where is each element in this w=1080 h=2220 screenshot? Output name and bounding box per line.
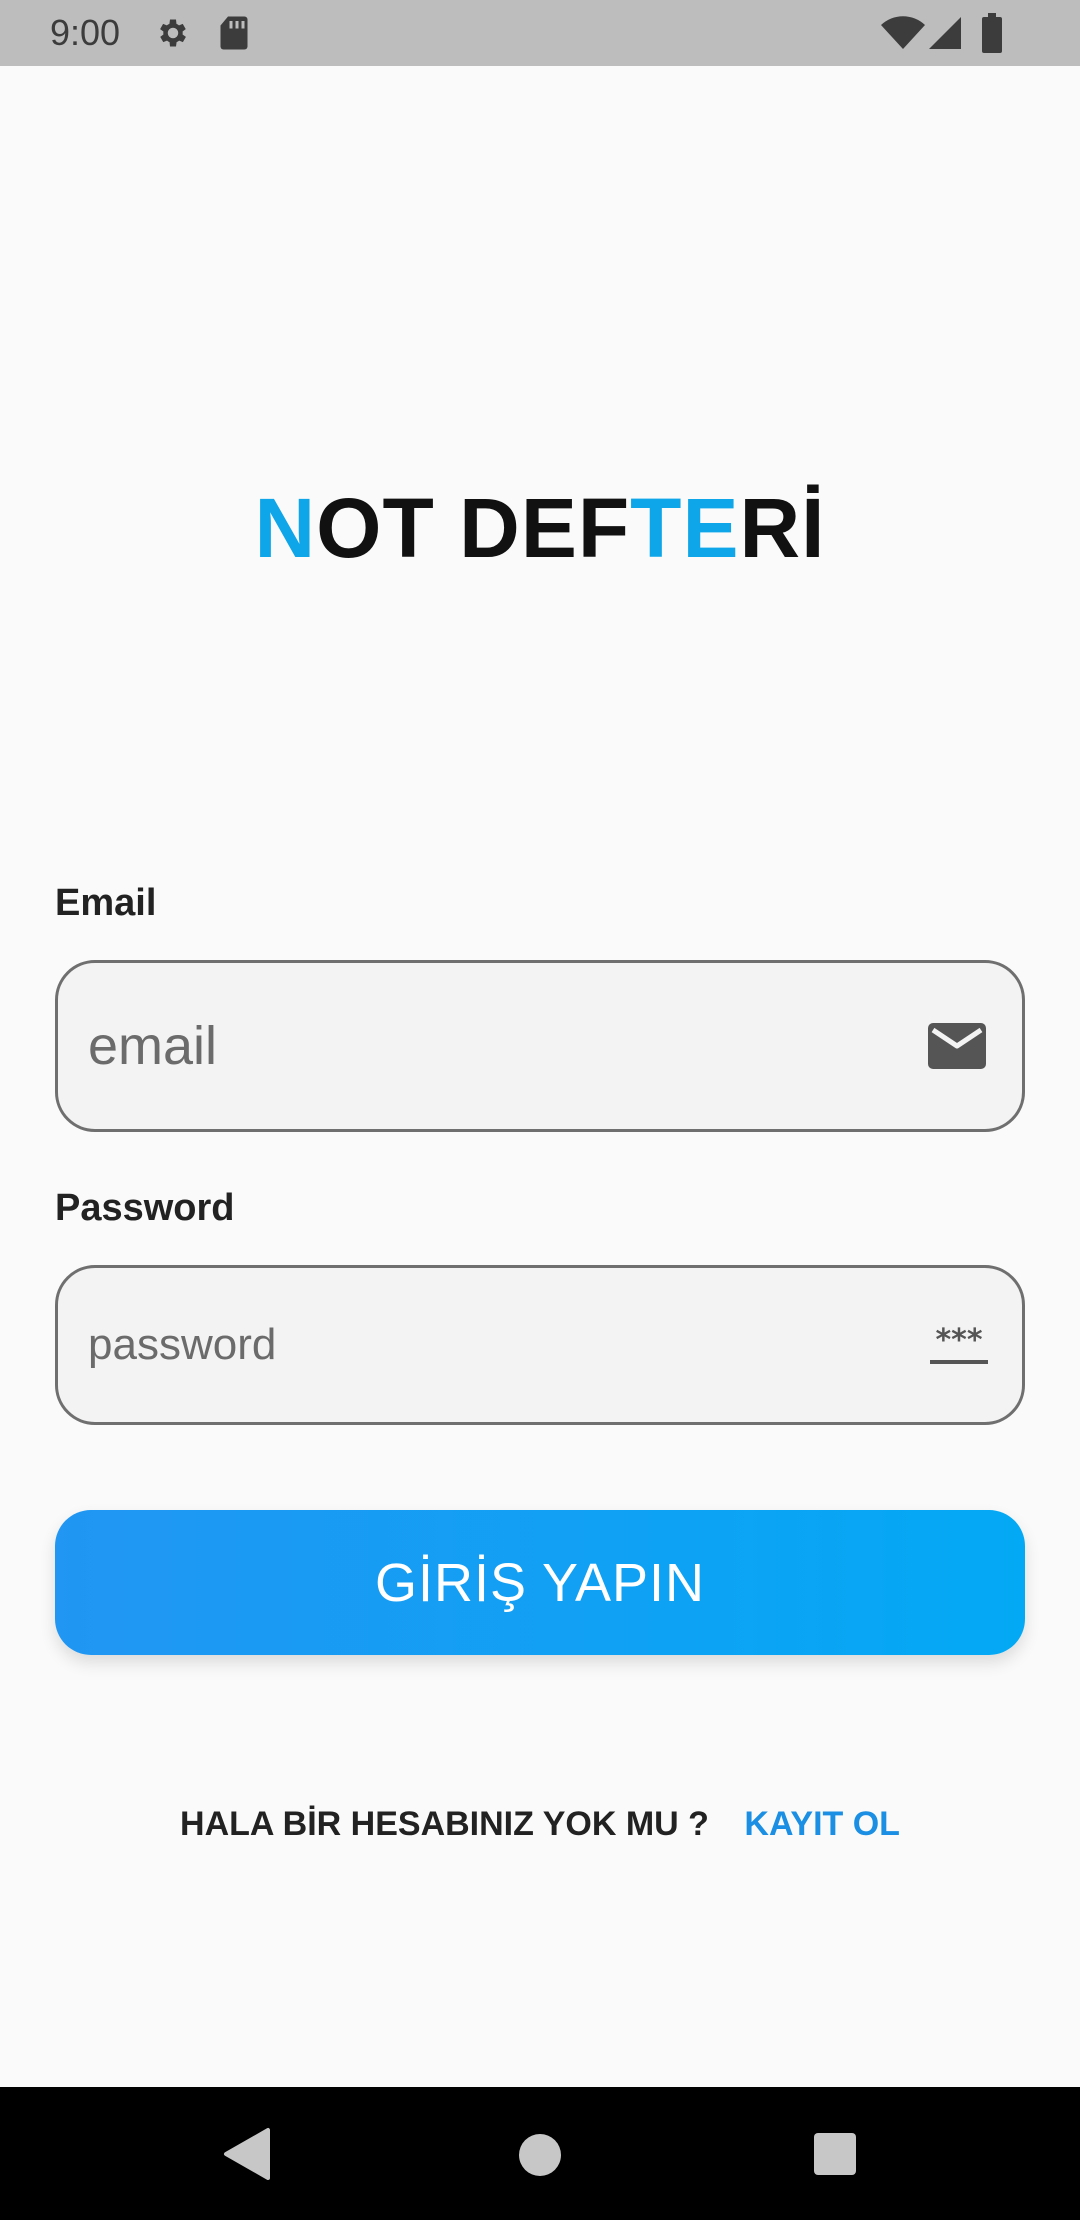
signup-row: HALA BİR HESABINIZ YOK MU ? KAYIT OL [0,1805,1080,1844]
password-input[interactable] [88,1268,888,1422]
title-part: N [254,481,317,575]
battery-icon [982,13,1002,53]
recents-icon[interactable] [814,2133,856,2175]
signup-link[interactable]: KAYIT OL [744,1805,900,1843]
status-time: 9:00 [50,12,121,53]
title-part: Rİ [739,481,826,575]
status-bar: 9:00 [0,0,1080,66]
back-icon[interactable] [222,2127,270,2181]
navigation-bar [0,2087,1080,2220]
password-label: Password [55,1187,235,1229]
mail-icon [928,1023,986,1069]
email-field[interactable] [55,960,1025,1132]
password-icon: *** [930,1326,988,1364]
wifi-icon [881,16,925,49]
svg-text:***: *** [935,1326,982,1358]
cell-signal-icon [929,17,961,49]
title-part: DEF [434,481,631,575]
email-label: Email [55,882,157,924]
title-part: TE [630,481,740,575]
gear-icon [160,19,186,47]
signup-question: HALA BİR HESABINIZ YOK MU ? [180,1805,709,1843]
home-icon[interactable] [518,2133,562,2177]
sd-card-icon [220,16,248,50]
password-field[interactable]: *** [55,1265,1025,1425]
title-part: OT [316,481,435,575]
app-title: NOTT DEFTERİ [0,480,1080,577]
login-button[interactable]: GİRİŞ YAPIN [55,1510,1025,1655]
email-input[interactable] [88,963,888,1129]
